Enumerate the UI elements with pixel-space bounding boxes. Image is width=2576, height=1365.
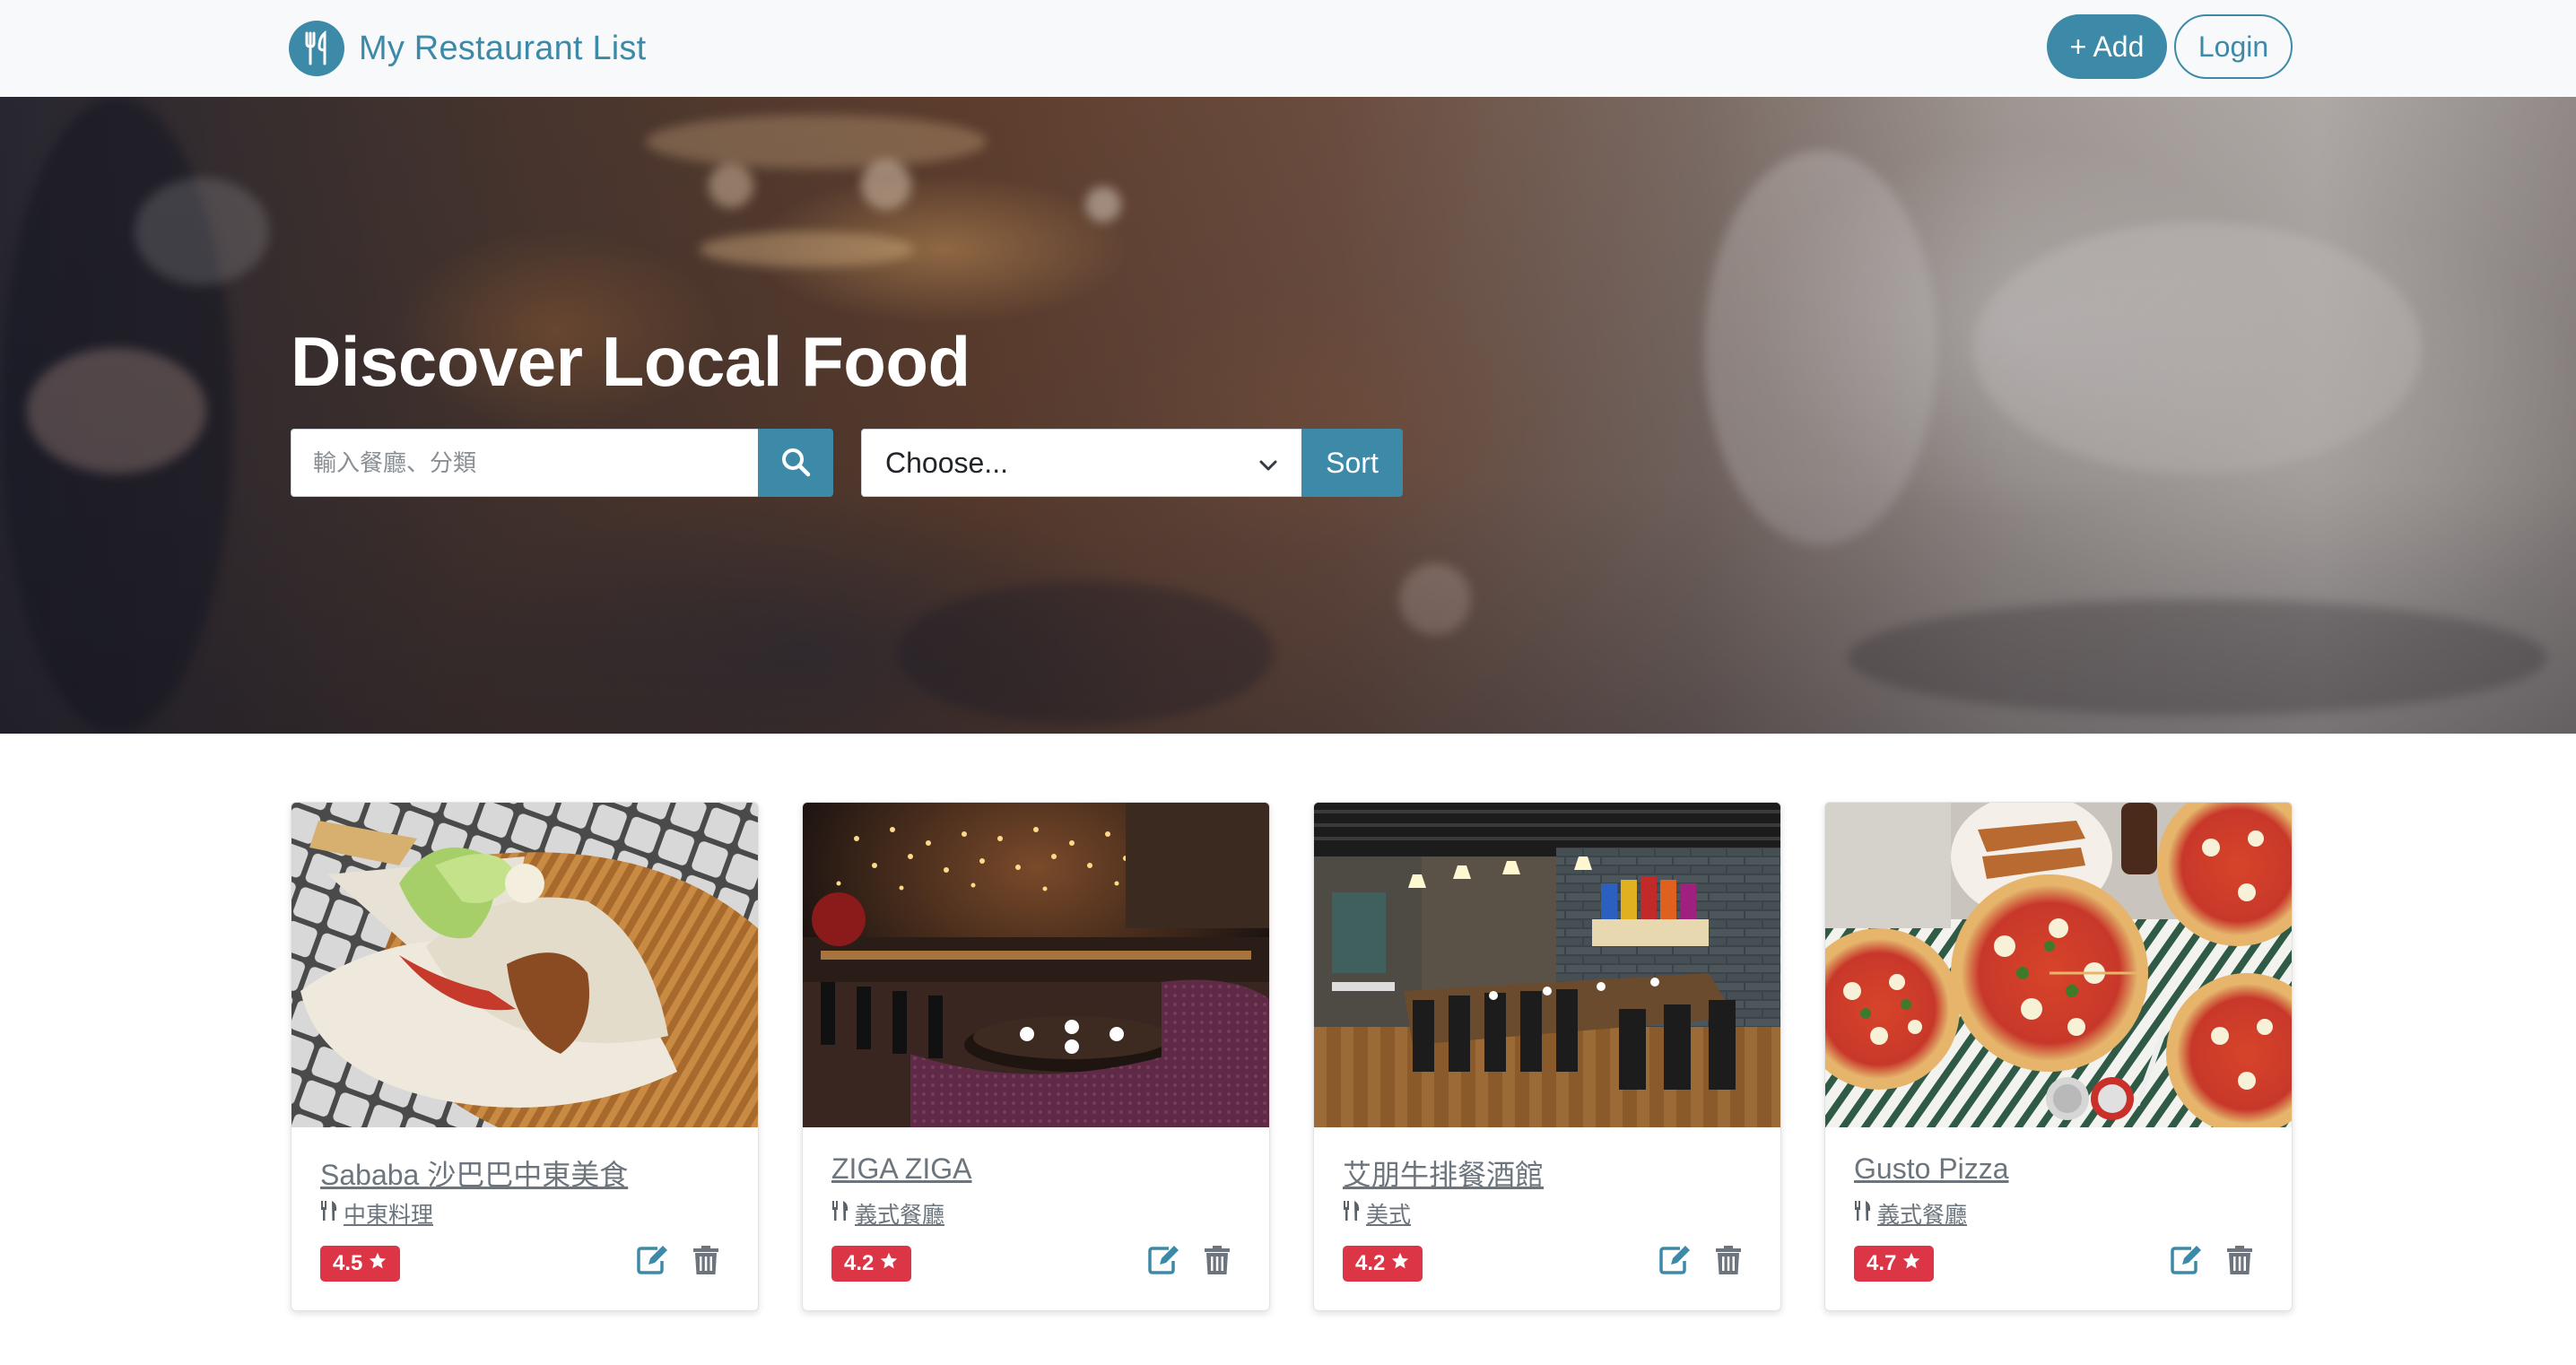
brand-link[interactable]: My Restaurant List	[289, 20, 646, 77]
delete-button[interactable]	[686, 1242, 726, 1282]
rating-badge: 4.7	[1854, 1246, 1935, 1282]
utensils-icon	[320, 1200, 338, 1228]
sort-button[interactable]: Sort	[1301, 429, 1403, 497]
rating-value: 4.5	[333, 1251, 363, 1275]
restaurant-category-label[interactable]: 義式餐廳	[1877, 1197, 1967, 1230]
restaurant-photo[interactable]	[803, 803, 1269, 1127]
restaurant-name-link[interactable]: Gusto Pizza	[1854, 1152, 2009, 1186]
rating-badge: 4.2	[1343, 1246, 1423, 1282]
trash-icon	[2226, 1245, 2253, 1280]
edit-icon	[2170, 1245, 2202, 1280]
utensils-icon	[1343, 1200, 1361, 1228]
rating-badge: 4.5	[320, 1246, 401, 1282]
star-icon	[368, 1251, 387, 1277]
restaurant-photo[interactable]	[1825, 803, 2292, 1127]
edit-icon	[1658, 1245, 1691, 1280]
hero-title: Discover Local Food	[291, 322, 970, 401]
delete-button[interactable]	[2220, 1242, 2259, 1282]
sort-select-value: Choose...	[885, 446, 1008, 479]
restaurant-category: 美式	[1343, 1197, 1411, 1230]
edit-icon	[1147, 1245, 1179, 1280]
restaurant-photo[interactable]	[1314, 803, 1780, 1127]
navbar: My Restaurant List + Add Login	[0, 0, 2576, 97]
login-button[interactable]: Login	[2174, 14, 2293, 79]
restaurant-name-link[interactable]: 艾朋牛排餐酒館	[1343, 1152, 1544, 1194]
utensils-icon	[1854, 1200, 1872, 1228]
utensils-icon	[289, 21, 344, 76]
trash-icon	[1715, 1245, 1742, 1280]
star-icon	[1390, 1251, 1410, 1277]
utensils-icon	[831, 1200, 849, 1228]
delete-button[interactable]	[1197, 1242, 1237, 1282]
rating-value: 4.7	[1867, 1251, 1897, 1275]
trash-icon	[1204, 1245, 1231, 1280]
brand-title: My Restaurant List	[359, 29, 647, 67]
restaurant-category: 義式餐廳	[1854, 1197, 1967, 1230]
chevron-down-icon	[1257, 451, 1280, 484]
restaurant-card[interactable]: Sababa 沙巴巴中東美食 中東料理 4.5	[291, 802, 759, 1311]
restaurant-name-link[interactable]: Sababa 沙巴巴中東美食	[320, 1152, 628, 1194]
edit-button[interactable]	[2166, 1242, 2206, 1282]
restaurant-card[interactable]: Gusto Pizza 義式餐廳 4.7	[1824, 802, 2293, 1311]
search-icon	[780, 447, 811, 480]
restaurant-category-label[interactable]: 義式餐廳	[855, 1197, 944, 1230]
edit-button[interactable]	[1655, 1242, 1694, 1282]
edit-button[interactable]	[632, 1242, 672, 1282]
add-restaurant-button[interactable]: + Add	[2047, 14, 2167, 79]
edit-button[interactable]	[1144, 1242, 1183, 1282]
star-icon	[879, 1251, 899, 1277]
delete-button[interactable]	[1709, 1242, 1748, 1282]
edit-icon	[636, 1245, 668, 1280]
search-input[interactable]	[291, 429, 759, 497]
rating-value: 4.2	[1355, 1251, 1386, 1275]
restaurant-category-label[interactable]: 中東料理	[344, 1197, 433, 1230]
restaurant-category: 中東料理	[320, 1197, 433, 1230]
restaurant-photo[interactable]	[292, 803, 758, 1127]
star-icon	[1902, 1251, 1921, 1277]
search-button[interactable]	[758, 429, 833, 497]
sort-select[interactable]: Choose...	[861, 429, 1302, 497]
restaurant-card[interactable]: 艾朋牛排餐酒館 美式 4.2	[1313, 802, 1781, 1311]
rating-value: 4.2	[844, 1251, 875, 1275]
restaurant-category: 義式餐廳	[831, 1197, 944, 1230]
restaurant-name-link[interactable]: ZIGA ZIGA	[831, 1152, 971, 1186]
restaurant-card[interactable]: ZIGA ZIGA 義式餐廳 4.2	[802, 802, 1270, 1311]
trash-icon	[692, 1245, 719, 1280]
restaurant-category-label[interactable]: 美式	[1366, 1197, 1411, 1230]
hero-banner	[0, 97, 2576, 734]
rating-badge: 4.2	[831, 1246, 912, 1282]
